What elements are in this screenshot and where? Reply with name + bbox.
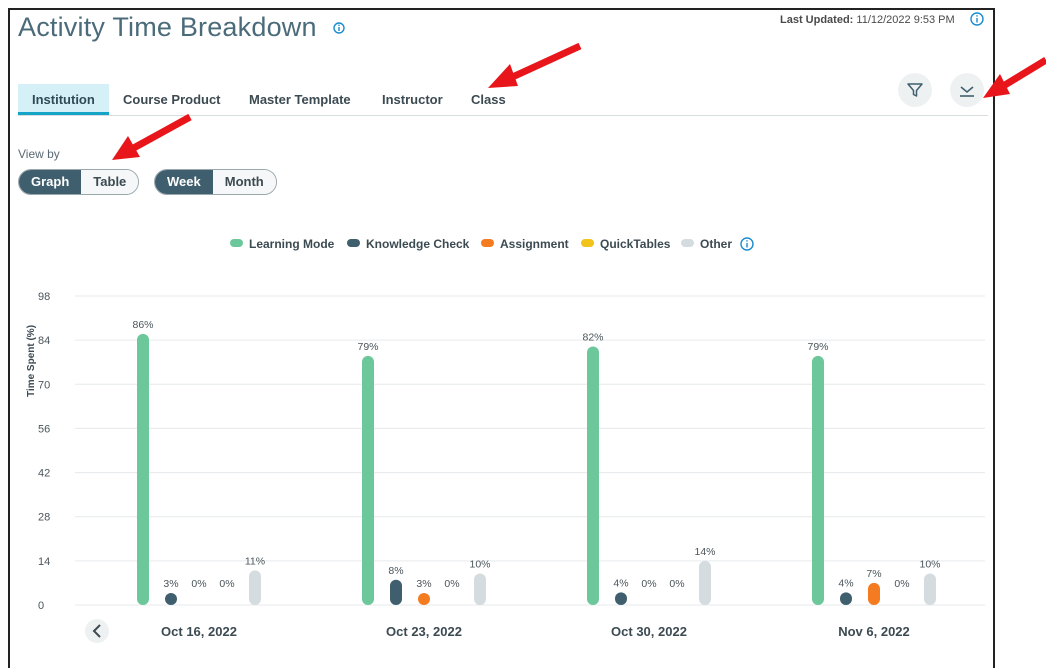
red-arrow xyxy=(983,57,1046,98)
red-arrow xyxy=(112,113,192,160)
annotation-arrows xyxy=(112,42,1046,160)
red-arrow xyxy=(488,42,582,88)
